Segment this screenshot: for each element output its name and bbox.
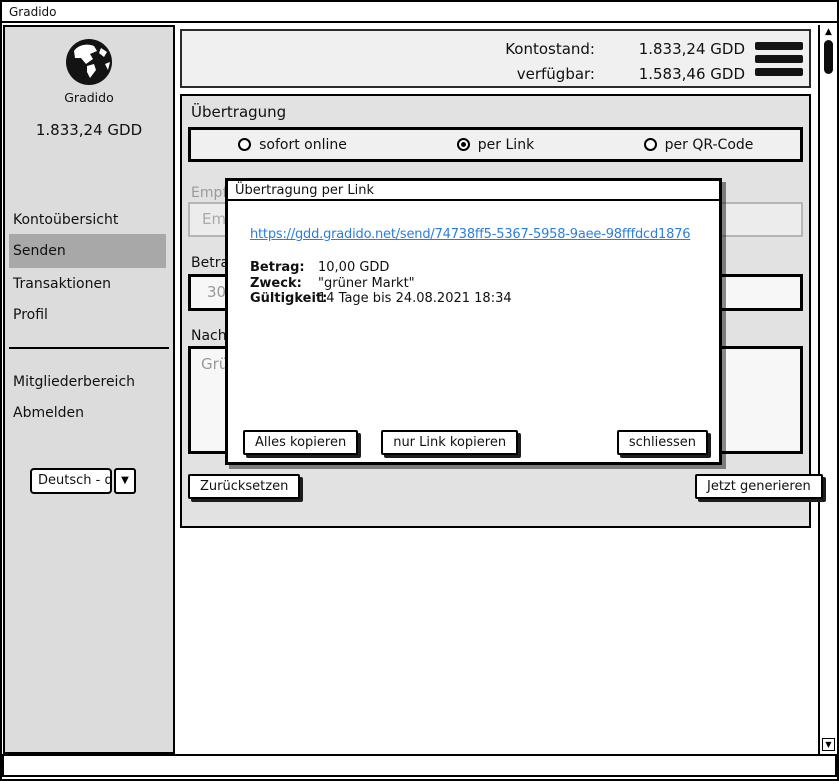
copy-all-button[interactable]: Alles kopieren bbox=[243, 430, 358, 455]
mode-per-link-label: per Link bbox=[478, 137, 534, 153]
detail-betrag-value: 10,00 GDD bbox=[318, 260, 389, 276]
transfer-link[interactable]: https://gdd.gradido.net/send/74738ff5-53… bbox=[250, 227, 690, 242]
app-window: Gradido Gradido 1.833,24 GDD Kontoübersi… bbox=[0, 0, 839, 781]
sidebar-item-abmelden[interactable]: Abmelden bbox=[13, 405, 84, 421]
detail-zweck-value: "grüner Markt" bbox=[318, 276, 415, 292]
detail-betrag-row: Betrag: 10,00 GDD bbox=[250, 260, 512, 276]
sidebar-item-transaktionen[interactable]: Transaktionen bbox=[13, 276, 111, 292]
close-button[interactable]: schliessen bbox=[617, 430, 708, 455]
header-balance-box: Kontostand: 1.833,24 GDD verfügbar: 1.58… bbox=[180, 29, 811, 88]
sidebar-item-mitgliederbereich[interactable]: Mitgliederbereich bbox=[13, 374, 135, 390]
hamburger-menu-icon[interactable] bbox=[755, 42, 803, 81]
language-select-value: Deutsch - de bbox=[30, 468, 112, 494]
modal-title: Übertragung per Link bbox=[235, 183, 374, 198]
reset-button[interactable]: Zurücksetzen bbox=[188, 474, 300, 499]
amount-label: Betra bbox=[191, 255, 229, 271]
radio-icon bbox=[644, 138, 657, 151]
radio-icon bbox=[238, 138, 251, 151]
window-title-bar: Gradido bbox=[2, 2, 837, 23]
generate-button[interactable]: Jetzt generieren bbox=[695, 474, 823, 499]
verfuegbar-row: verfügbar: 1.583,46 GDD bbox=[182, 62, 745, 87]
globe-icon bbox=[5, 37, 173, 91]
vertical-scrollbar: ▲ ▼ bbox=[818, 25, 837, 754]
status-bar bbox=[2, 754, 837, 777]
sidebar-item-senden[interactable]: Senden bbox=[9, 234, 166, 268]
message-label: Nach bbox=[191, 328, 227, 344]
mode-per-qr-code[interactable]: per QR-Code bbox=[597, 137, 800, 153]
detail-betrag-label: Betrag: bbox=[250, 260, 318, 276]
kontostand-row: Kontostand: 1.833,24 GDD bbox=[182, 37, 745, 62]
modal-details: Betrag: 10,00 GDD Zweck: "grüner Markt" … bbox=[250, 260, 512, 307]
modal-button-row: Alles kopieren nur Link kopieren schlies… bbox=[243, 430, 708, 455]
sidebar: Gradido 1.833,24 GDD Kontoübersicht Send… bbox=[3, 25, 175, 754]
scroll-down-icon[interactable]: ▼ bbox=[822, 738, 835, 751]
sidebar-divider bbox=[9, 347, 169, 349]
mode-per-link[interactable]: per Link bbox=[394, 137, 597, 153]
section-title: Übertragung bbox=[191, 103, 286, 121]
transfer-mode-group: sofort online per Link per QR-Code bbox=[188, 127, 803, 162]
kontostand-label: Kontostand: bbox=[425, 37, 595, 62]
detail-gueltigkeit-value: 14 Tage bis 24.08.2021 18:34 bbox=[318, 291, 512, 307]
detail-zweck-row: Zweck: "grüner Markt" bbox=[250, 276, 512, 292]
window-title: Gradido bbox=[9, 5, 57, 19]
verfuegbar-value: 1.583,46 GDD bbox=[595, 62, 745, 87]
detail-zweck-label: Zweck: bbox=[250, 276, 318, 292]
modal-title-bar: Übertragung per Link bbox=[228, 181, 719, 201]
sidebar-item-profil[interactable]: Profil bbox=[13, 307, 48, 323]
radio-selected-icon bbox=[457, 138, 470, 151]
recipient-label: Empf bbox=[191, 185, 227, 201]
mode-sofort-online[interactable]: sofort online bbox=[191, 137, 394, 153]
detail-gueltigkeit-label: Gültigkeit: bbox=[250, 291, 318, 307]
scroll-up-icon[interactable]: ▲ bbox=[820, 27, 837, 37]
scrollbar-thumb[interactable] bbox=[824, 40, 833, 74]
transfer-link-modal: Übertragung per Link https://gdd.gradido… bbox=[225, 178, 722, 465]
copy-link-only-button[interactable]: nur Link kopieren bbox=[381, 430, 518, 455]
sidebar-item-kontouebersicht[interactable]: Kontoübersicht bbox=[13, 212, 118, 228]
sidebar-balance: 1.833,24 GDD bbox=[5, 121, 173, 139]
mode-per-qr-code-label: per QR-Code bbox=[665, 137, 754, 153]
detail-gueltigkeit-row: Gültigkeit: 14 Tage bis 24.08.2021 18:34 bbox=[250, 291, 512, 307]
mode-sofort-online-label: sofort online bbox=[259, 137, 347, 153]
balance-rows: Kontostand: 1.833,24 GDD verfügbar: 1.58… bbox=[182, 37, 745, 87]
sidebar-logo-label: Gradido bbox=[5, 90, 173, 105]
verfuegbar-label: verfügbar: bbox=[425, 62, 595, 87]
kontostand-value: 1.833,24 GDD bbox=[595, 37, 745, 62]
chevron-down-icon: ▼ bbox=[114, 468, 136, 494]
language-select[interactable]: Deutsch - de ▼ bbox=[30, 468, 136, 494]
